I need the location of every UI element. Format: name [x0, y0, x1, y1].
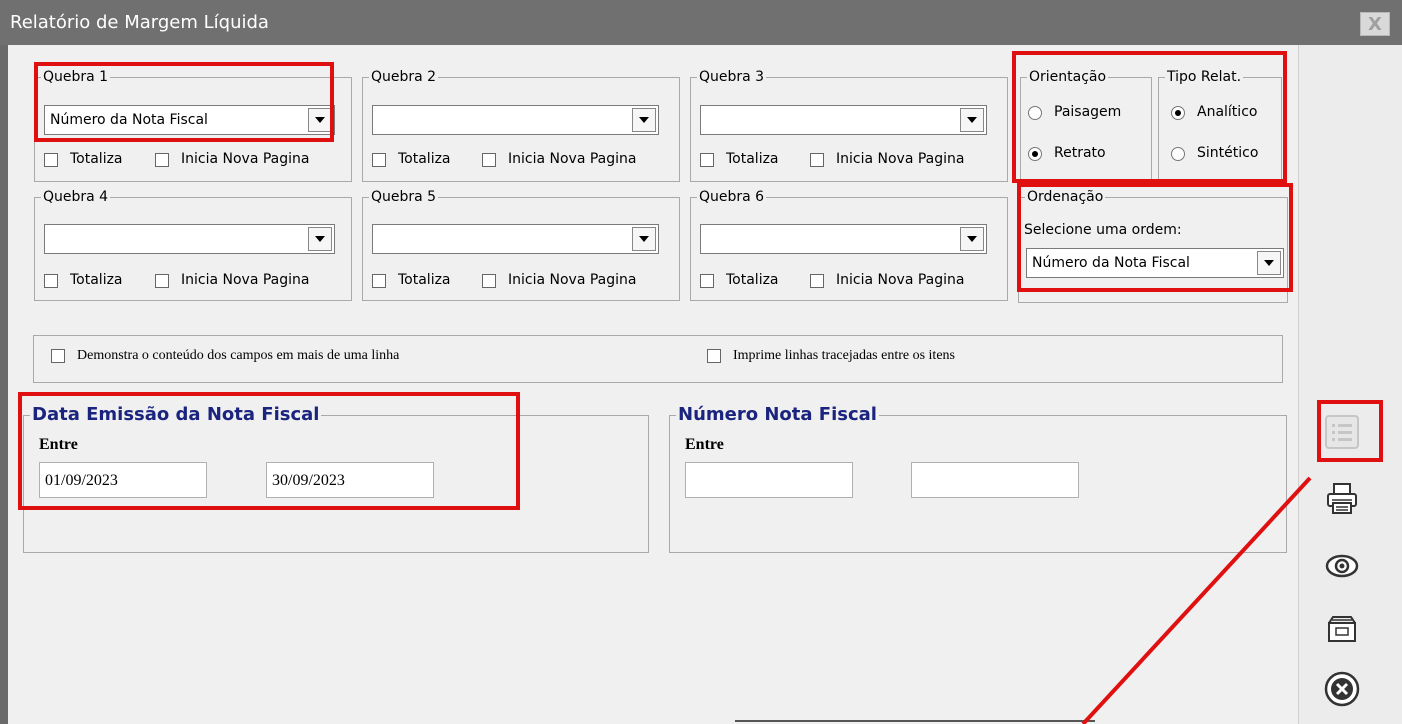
- annotation-arrow-line: [1081, 476, 1312, 724]
- report-window: Relatório de Margem Líquida X Quebra 1 N…: [0, 0, 1402, 724]
